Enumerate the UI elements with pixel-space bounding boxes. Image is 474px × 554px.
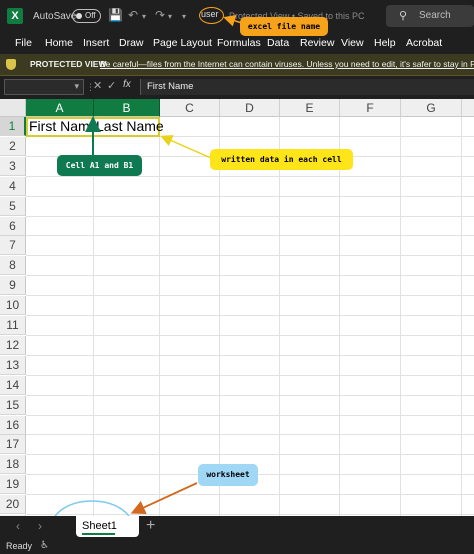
redo-dropdown-icon[interactable]: ▾ — [168, 12, 172, 21]
column-gridline — [339, 117, 340, 516]
autosave-label: AutoSave — [33, 11, 77, 22]
row-header-11[interactable]: 11 — [0, 316, 26, 335]
column-header-e[interactable]: E — [280, 99, 340, 117]
column-gridline — [159, 117, 160, 516]
menu-view[interactable]: View — [341, 37, 364, 49]
row-header-7[interactable]: 7 — [0, 236, 26, 256]
menu-review[interactable]: Review — [300, 37, 334, 49]
status-bar: Ready ♿ — [0, 538, 474, 554]
row-header-14[interactable]: 14 — [0, 375, 26, 395]
column-header-partial[interactable] — [462, 99, 474, 117]
menu-data[interactable]: Data — [267, 37, 289, 49]
formula-bar: ▾ ⋮ ✕ ✓ fx First Name — [0, 76, 474, 98]
chevron-down-icon[interactable]: ▾ — [74, 81, 79, 92]
column-gridline — [93, 117, 94, 516]
row-header-19[interactable]: 19 — [0, 475, 26, 495]
sheet-tab-sheet1[interactable]: Sheet1 — [76, 516, 139, 537]
accessibility-icon[interactable]: ♿ — [40, 540, 49, 551]
autosave-toggle[interactable]: Off — [72, 9, 101, 23]
menu-formulas[interactable]: Formulas — [217, 37, 261, 49]
row-header-10[interactable]: 10 — [0, 296, 26, 316]
add-sheet-icon[interactable]: + — [146, 517, 155, 535]
insert-function-icon[interactable]: fx — [123, 79, 131, 90]
undo-dropdown-icon[interactable]: ▾ — [142, 12, 146, 21]
active-sheet-underline — [82, 533, 115, 535]
column-header-d[interactable]: D — [220, 99, 280, 117]
menu-help[interactable]: Help — [374, 37, 396, 49]
status-ready: Ready — [6, 541, 33, 551]
chevron-right-icon[interactable]: › — [38, 519, 42, 533]
redo-icon[interactable]: ↷ — [155, 8, 165, 22]
customize-toolbar-icon[interactable]: ▾ — [182, 12, 186, 21]
cell-b1[interactable]: Last Name — [96, 118, 164, 134]
column-gridline — [219, 117, 220, 516]
row-header-13[interactable]: 13 — [0, 355, 26, 375]
row-header-17[interactable]: 17 — [0, 435, 26, 455]
cell-a1[interactable]: First Name — [29, 118, 97, 134]
menu-insert[interactable]: Insert — [83, 37, 109, 49]
protected-view-label: PROTECTED VIEW — [30, 59, 107, 69]
menu-home[interactable]: Home — [45, 37, 73, 49]
column-gridline — [279, 117, 280, 516]
column-header-b[interactable]: B — [94, 99, 160, 117]
confirm-icon[interactable]: ✓ — [107, 79, 116, 92]
name-box[interactable]: ▾ — [4, 79, 84, 95]
user-highlight-oval — [199, 7, 224, 24]
search-icon: ⚲ — [399, 10, 408, 22]
select-all-corner[interactable] — [0, 99, 26, 117]
cancel-icon[interactable]: ✕ — [93, 79, 102, 92]
toggle-knob — [76, 13, 82, 19]
menu-draw[interactable]: Draw — [119, 37, 144, 49]
menu-bar: File Home Insert Draw Page Layout Formul… — [0, 32, 474, 54]
row-header-12[interactable]: 12 — [0, 335, 26, 355]
row-header-6[interactable]: 6 — [0, 216, 26, 236]
row-header-8[interactable]: 8 — [0, 256, 26, 276]
protected-view-bar: PROTECTED VIEW Be careful—files from the… — [0, 54, 474, 76]
row-header-5[interactable]: 5 — [0, 196, 26, 216]
row-header-15[interactable]: 15 — [0, 395, 26, 415]
callout-cell-a1-b1: Cell A1 and B1 — [57, 155, 142, 176]
callout-worksheet: worksheet — [198, 464, 258, 486]
column-header-a[interactable]: A — [26, 99, 94, 117]
sheet-tabs-bar: ‹ › Sheet1 + — [0, 516, 474, 538]
sheet-tab-label: Sheet1 — [82, 520, 117, 532]
menu-acrobat[interactable]: Acrobat — [406, 37, 442, 49]
row-header-16[interactable]: 16 — [0, 415, 26, 435]
row-header-4[interactable]: 4 — [0, 176, 26, 196]
column-header-c[interactable]: C — [160, 99, 220, 117]
row-header-3[interactable]: 3 — [0, 156, 26, 176]
formula-content: First Name — [147, 81, 194, 92]
column-gridline — [400, 117, 401, 516]
menu-file[interactable]: File — [15, 37, 32, 49]
row-header-18[interactable]: 18 — [0, 455, 26, 475]
row-header-9[interactable]: 9 — [0, 276, 26, 296]
title-bar: X AutoSave Off 💾 ↶ ▾ ↷ ▾ ▾ user Protecte… — [0, 0, 474, 32]
autosave-state: Off — [85, 11, 96, 20]
chevron-left-icon[interactable]: ‹ — [16, 519, 20, 533]
search-box[interactable]: ⚲ Search — [386, 5, 474, 27]
callout-written-data: written data in each cell — [210, 149, 353, 170]
save-icon[interactable]: 💾 — [108, 8, 123, 22]
formula-input[interactable]: First Name — [140, 79, 474, 95]
row-header-20[interactable]: 20 — [0, 495, 26, 515]
row-header-1[interactable]: 1 — [0, 117, 26, 136]
column-header-g[interactable]: G — [401, 99, 462, 117]
undo-icon[interactable]: ↶ — [128, 8, 138, 22]
menu-page-layout[interactable]: Page Layout — [153, 37, 212, 49]
callout-excel-file-name: excel file name — [240, 17, 328, 36]
protected-view-message[interactable]: Be careful—files from the Internet can c… — [100, 59, 474, 69]
shield-icon — [6, 59, 16, 70]
search-placeholder: Search — [419, 10, 451, 21]
row-header-2[interactable]: 2 — [0, 136, 26, 156]
excel-logo-icon: X — [7, 8, 23, 24]
column-header-f[interactable]: F — [340, 99, 401, 117]
column-gridline — [461, 117, 462, 516]
